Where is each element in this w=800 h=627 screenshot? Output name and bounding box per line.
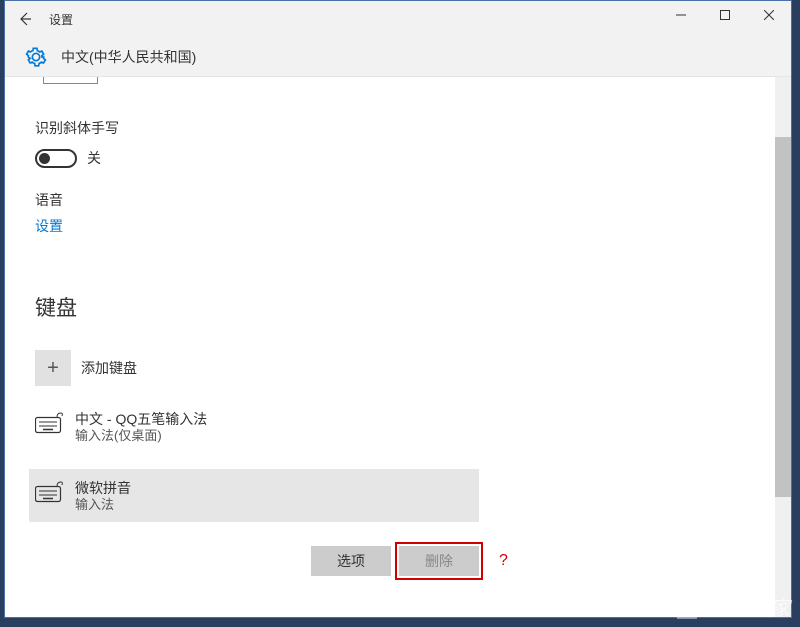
maximize-button[interactable] xyxy=(703,1,747,29)
back-button[interactable] xyxy=(5,1,45,37)
ime-row-qq[interactable]: 中文 - QQ五笔输入法 输入法(仅桌面) xyxy=(35,404,761,451)
titlebar-sub: 中文(中华人民共和国) xyxy=(5,37,791,77)
ime-sub: 输入法 xyxy=(75,497,131,514)
close-button[interactable] xyxy=(747,1,791,29)
keyboard-heading: 键盘 xyxy=(35,292,761,322)
keyboard-icon xyxy=(35,412,63,434)
ime-text: 微软拼音 输入法 xyxy=(75,479,131,514)
truncated-element xyxy=(43,77,98,84)
content-area: 识别斜体手写 关 语音 设置 键盘 + 添加键盘 中文 xyxy=(5,77,791,617)
ime-text: 中文 - QQ五笔输入法 输入法(仅桌面) xyxy=(75,410,207,445)
voice-label: 语音 xyxy=(35,190,761,210)
handwriting-toggle-row: 关 xyxy=(35,148,761,168)
voice-settings-link[interactable]: 设置 xyxy=(35,216,63,236)
gear-icon xyxy=(25,46,47,68)
add-keyboard-row[interactable]: + 添加键盘 xyxy=(35,350,761,386)
titlebar: 设置 中文(中华人民共和国) xyxy=(5,1,791,77)
minimize-button[interactable] xyxy=(659,1,703,29)
window-controls xyxy=(659,1,791,29)
keyboard-icon xyxy=(35,481,63,503)
handwriting-toggle[interactable] xyxy=(35,149,77,168)
ime-name: 微软拼音 xyxy=(75,479,131,497)
back-arrow-icon xyxy=(17,11,33,27)
add-button[interactable]: + xyxy=(35,350,71,386)
ime-name: 中文 - QQ五笔输入法 xyxy=(75,410,207,428)
ime-sub: 输入法(仅桌面) xyxy=(75,428,207,445)
add-keyboard-label: 添加键盘 xyxy=(81,358,137,378)
scroll-thumb[interactable] xyxy=(775,137,791,497)
close-icon xyxy=(764,10,774,20)
window-title: 设置 xyxy=(49,11,73,28)
toggle-knob xyxy=(39,153,50,164)
maximize-icon xyxy=(720,10,730,20)
watermark-text: 系统之家 xyxy=(710,592,790,621)
action-row: 选项 删除 ? xyxy=(311,546,761,576)
scrollbar[interactable] xyxy=(775,77,791,617)
options-button[interactable]: 选项 xyxy=(311,546,391,576)
minimize-icon xyxy=(676,10,686,20)
watermark-logo-icon xyxy=(670,594,704,620)
watermark: 系统之家 xyxy=(670,592,790,621)
plus-icon: + xyxy=(47,357,59,380)
annotation-question-mark: ? xyxy=(499,552,508,570)
titlebar-top: 设置 xyxy=(5,1,791,37)
settings-window: 设置 中文(中华人民共和国) 识别斜体手写 xyxy=(4,0,792,618)
handwriting-label: 识别斜体手写 xyxy=(35,118,761,138)
page-subtitle: 中文(中华人民共和国) xyxy=(61,47,196,67)
remove-button[interactable]: 删除 xyxy=(399,546,479,576)
ime-row-mspinyin[interactable]: 微软拼音 输入法 xyxy=(29,469,479,522)
toggle-state-label: 关 xyxy=(87,148,101,168)
